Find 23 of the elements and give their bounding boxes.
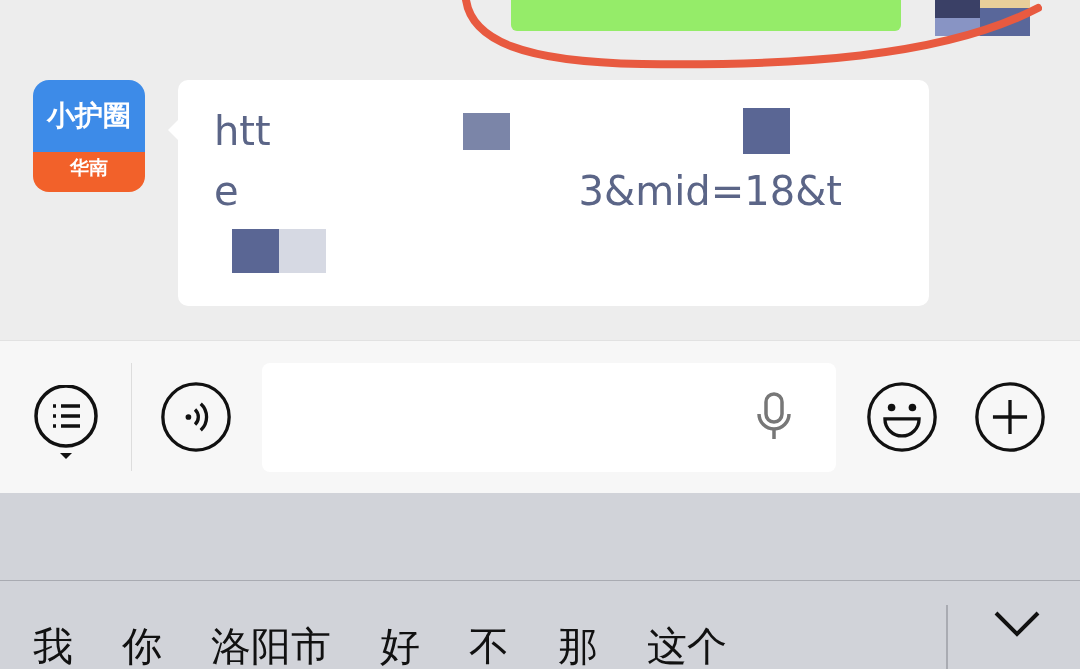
emoji-icon[interactable] xyxy=(866,381,938,453)
redaction-block xyxy=(232,229,279,273)
candidate-word[interactable]: 洛阳市 xyxy=(211,623,331,669)
logo-title: 小护圈 xyxy=(47,102,131,130)
redaction-block xyxy=(279,229,326,273)
menu-icon[interactable] xyxy=(33,385,99,461)
candidate-word[interactable]: 我 xyxy=(33,623,73,669)
link-text[interactable]: htt xyxy=(214,108,271,154)
voice-icon[interactable] xyxy=(160,381,232,453)
chevron-down-icon[interactable] xyxy=(992,609,1042,639)
candidate-word[interactable]: 那 xyxy=(558,623,598,669)
candidate-word[interactable]: 不 xyxy=(469,623,509,669)
microphone-icon[interactable] xyxy=(754,392,794,442)
message-input[interactable] xyxy=(262,362,836,472)
redaction-block xyxy=(742,108,790,154)
link-text[interactable]: 3&mid=18&t xyxy=(578,168,842,214)
redaction-block xyxy=(462,112,510,150)
link-text[interactable]: e xyxy=(214,168,239,214)
candidate-word[interactable]: 好 xyxy=(380,623,420,669)
plus-icon[interactable] xyxy=(974,381,1046,453)
candidate-word[interactable]: 你 xyxy=(122,623,162,669)
candidate-word[interactable]: 这个 xyxy=(647,623,727,669)
logo-region: 华南 xyxy=(70,158,108,177)
